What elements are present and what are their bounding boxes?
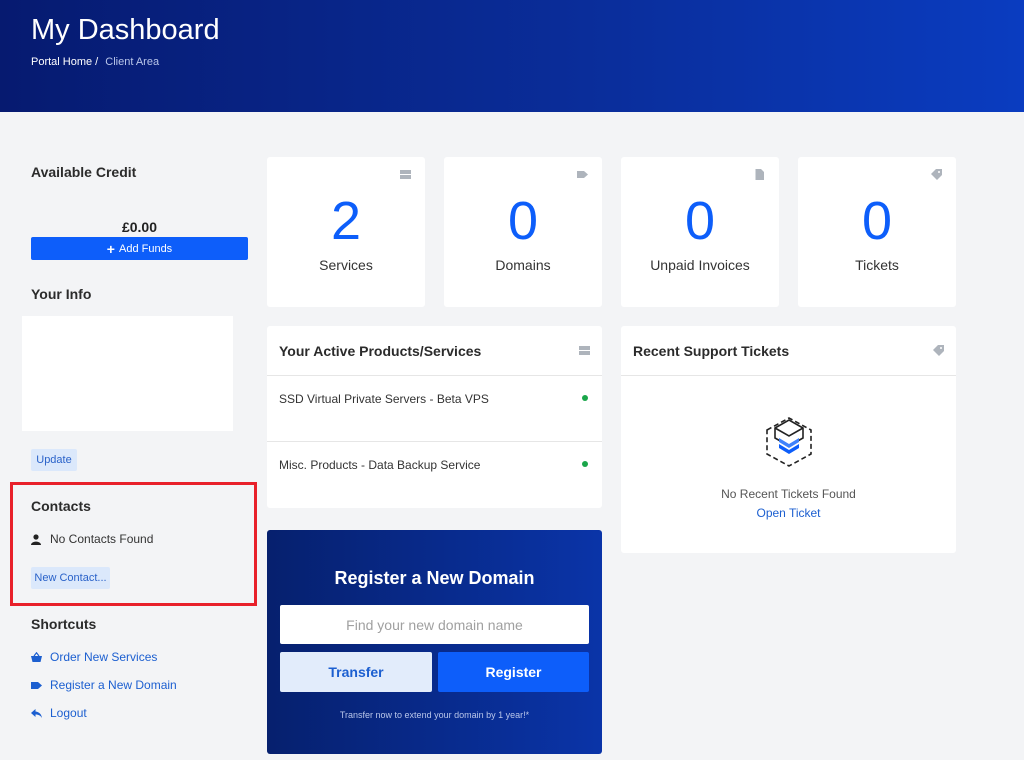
- no-tickets-message: No Recent Tickets Found: [721, 487, 856, 501]
- shortcut-logout[interactable]: Logout: [31, 706, 87, 720]
- register-domain-panel: Register a New Domain Transfer Register …: [267, 530, 602, 754]
- active-products-panel: Your Active Products/Services SSD Virtua…: [267, 326, 602, 508]
- highlight-box: [10, 482, 257, 606]
- stat-card-services[interactable]: 2 Services: [267, 157, 425, 307]
- plus-icon: +: [106, 240, 115, 257]
- status-active-dot: [582, 461, 588, 467]
- info-card: [22, 316, 233, 431]
- document-icon: [755, 169, 764, 180]
- server-icon: [579, 346, 590, 355]
- add-funds-label: Add Funds: [118, 242, 173, 255]
- credit-amount: £0.00: [121, 219, 158, 235]
- product-name: SSD Virtual Private Servers - Beta VPS: [279, 392, 489, 406]
- support-tickets-panel: Recent Support Tickets No Recent Tickets…: [621, 326, 956, 553]
- shortcut-order-services[interactable]: Order New Services: [31, 650, 157, 664]
- ticket-icon: [933, 345, 944, 356]
- stat-value: 0: [684, 191, 716, 251]
- shortcut-register-domain[interactable]: Register a New Domain: [31, 678, 177, 692]
- empty-inbox-icon: [766, 417, 812, 467]
- breadcrumb-current: Client Area: [105, 56, 160, 68]
- stat-card-tickets[interactable]: 0 Tickets: [798, 157, 956, 307]
- stat-card-invoices[interactable]: 0 Unpaid Invoices: [621, 157, 779, 307]
- product-row[interactable]: Misc. Products - Data Backup Service: [267, 442, 602, 508]
- open-ticket-link[interactable]: Open Ticket: [621, 506, 956, 520]
- shortcut-label: Register a New Domain: [50, 678, 177, 692]
- basket-icon: [31, 651, 42, 662]
- page-header: My Dashboard Portal Home / Client Area: [0, 0, 1024, 112]
- breadcrumb-separator: /: [95, 56, 99, 68]
- stat-label: Services: [319, 257, 373, 273]
- shortcut-label: Logout: [50, 706, 87, 720]
- stat-value: 0: [861, 191, 893, 251]
- status-active-dot: [582, 395, 588, 401]
- reply-arrow-icon: [31, 708, 42, 718]
- breadcrumb-home[interactable]: Portal Home: [31, 56, 92, 68]
- panel-header: Your Active Products/Services: [267, 326, 602, 376]
- info-title: Your Info: [31, 286, 92, 302]
- stat-value: 0: [507, 191, 539, 251]
- panel-title: Your Active Products/Services: [279, 342, 482, 359]
- tag-icon: [577, 171, 588, 178]
- ticket-icon: [931, 169, 942, 180]
- product-row[interactable]: SSD Virtual Private Servers - Beta VPS: [267, 376, 602, 442]
- transfer-note: Transfer now to extend your domain by 1 …: [339, 710, 530, 720]
- shortcuts-title: Shortcuts: [31, 616, 97, 632]
- breadcrumb: Portal Home / Client Area: [31, 56, 159, 68]
- transfer-button[interactable]: Transfer: [280, 652, 432, 692]
- server-icon: [400, 170, 411, 179]
- shortcut-label: Order New Services: [50, 650, 158, 664]
- register-domain-title: Register a New Domain: [334, 568, 535, 588]
- stat-label: Tickets: [855, 257, 899, 273]
- page-title: My Dashboard: [31, 14, 220, 46]
- register-button[interactable]: Register: [438, 652, 589, 692]
- panel-title: Recent Support Tickets: [633, 342, 790, 359]
- product-name: Misc. Products - Data Backup Service: [279, 458, 481, 472]
- stat-value: 2: [330, 191, 362, 251]
- add-funds-button[interactable]: + Add Funds: [31, 237, 248, 260]
- domain-search-input[interactable]: [280, 605, 589, 644]
- credit-title: Available Credit: [31, 164, 137, 180]
- tag-icon: [31, 681, 42, 689]
- update-button[interactable]: Update: [31, 449, 77, 471]
- panel-header: Recent Support Tickets: [621, 326, 956, 376]
- stat-card-domains[interactable]: 0 Domains: [444, 157, 602, 307]
- stat-label: Unpaid Invoices: [650, 257, 750, 273]
- stat-label: Domains: [495, 257, 551, 273]
